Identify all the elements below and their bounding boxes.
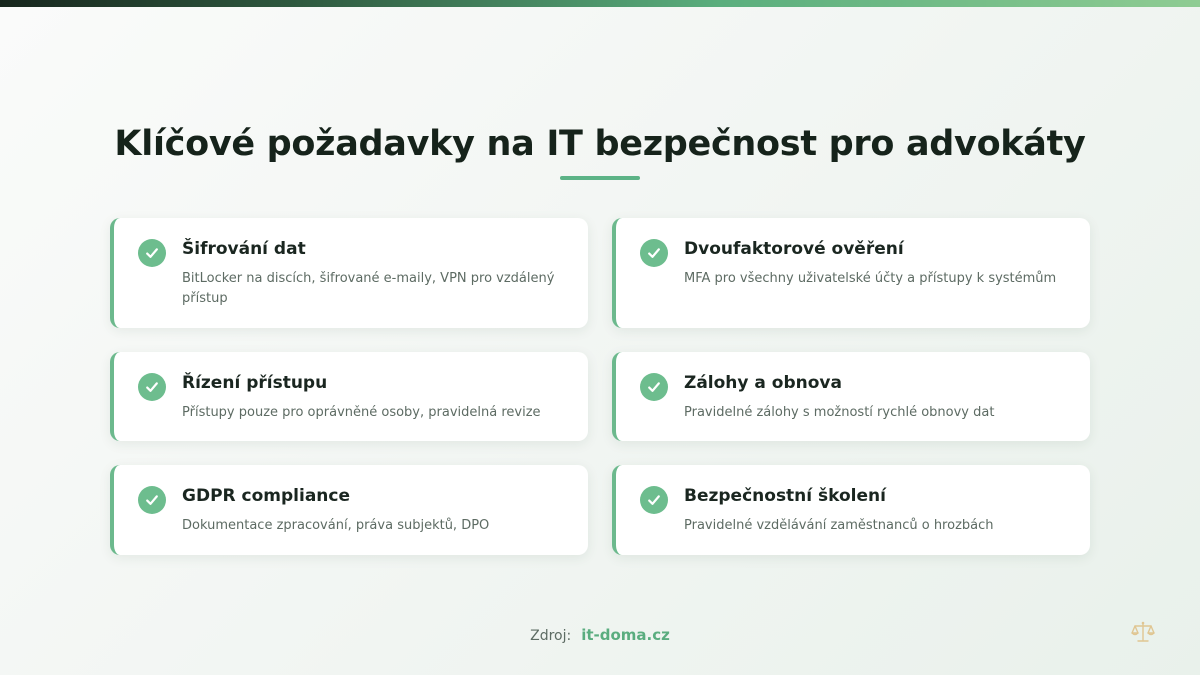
- requirement-card-mfa: Dvoufaktorové ověření MFA pro všechny už…: [612, 218, 1090, 328]
- card-description: BitLocker na discích, šifrované e-maily,…: [182, 271, 555, 306]
- check-circle-icon: [640, 373, 668, 401]
- requirement-card-backups: Zálohy a obnova Pravidelné zálohy s možn…: [612, 352, 1090, 441]
- card-title: GDPR compliance: [182, 486, 351, 506]
- card-title: Zálohy a obnova: [684, 373, 842, 393]
- card-description: Dokumentace zpracování, práva subjektů, …: [182, 518, 490, 533]
- check-circle-icon: [138, 373, 166, 401]
- check-circle-icon: [640, 486, 668, 514]
- card-description: Pravidelné vzdělávání zaměstnanců o hroz…: [684, 518, 994, 533]
- requirement-card-access-control: Řízení přístupu Přístupy pouze pro opráv…: [110, 352, 588, 441]
- card-title: Šifrování dat: [182, 239, 306, 259]
- card-title: Bezpečnostní školení: [684, 486, 886, 506]
- scales-of-justice-icon: [1130, 620, 1156, 644]
- requirement-card-gdpr: GDPR compliance Dokumentace zpracování, …: [110, 465, 588, 555]
- top-accent-bar: [0, 0, 1200, 7]
- card-description: Pravidelné zálohy s možností rychlé obno…: [684, 405, 995, 420]
- card-title: Dvoufaktorové ověření: [684, 239, 904, 259]
- check-circle-icon: [640, 239, 668, 267]
- card-description: Přístupy pouze pro oprávněné osoby, prav…: [182, 405, 541, 420]
- check-circle-icon: [138, 239, 166, 267]
- title-underline: [560, 176, 640, 180]
- requirements-grid: Šifrování dat BitLocker na discích, šifr…: [110, 218, 1090, 555]
- source-link[interactable]: it-doma.cz: [581, 626, 670, 644]
- page-title: Klíčové požadavky na IT bezpečnost pro a…: [114, 124, 1086, 164]
- requirement-card-training: Bezpečnostní školení Pravidelné vzdělává…: [612, 465, 1090, 555]
- check-circle-icon: [138, 486, 166, 514]
- source-label: Zdroj:: [530, 628, 572, 644]
- source-line: Zdroj: it-doma.cz: [0, 626, 1200, 644]
- card-title: Řízení přístupu: [182, 373, 328, 393]
- card-description: MFA pro všechny uživatelské účty a příst…: [684, 271, 1057, 286]
- requirement-card-encryption: Šifrování dat BitLocker na discích, šifr…: [110, 218, 588, 328]
